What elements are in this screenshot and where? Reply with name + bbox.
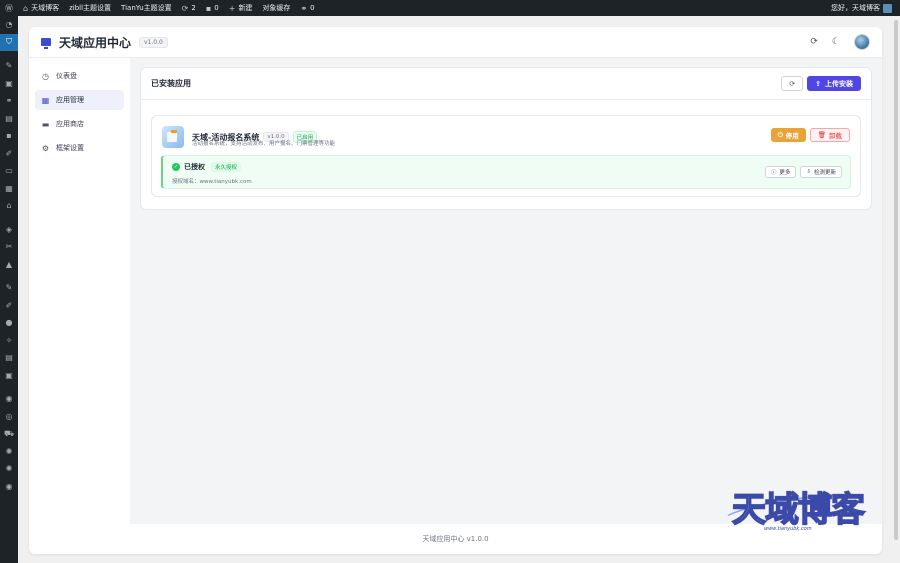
nav-item-app-store[interactable]: ▬ 应用商店: [35, 114, 124, 134]
wp-admin-menu: ◔ ⛉ ✎ ▣ ⚭ ▤ ▪ ✐ ▭ ▦ ⌂ ◈ ✂ ▲ ✎ ✐ ● ✧ ▤ ▣ …: [0, 16, 18, 563]
license-domain: 授权域名：www.tianyubk.com: [172, 179, 252, 185]
refresh-list-button[interactable]: ⟳: [781, 76, 804, 91]
check-circle-icon: ✓: [172, 163, 180, 171]
trash-icon: 🗑: [817, 131, 826, 139]
user-avatar: [883, 3, 892, 13]
upload-icon: ⇪: [815, 79, 821, 88]
watermark-text: 天域博客: [731, 489, 866, 531]
license-type-badge: 永久授权: [211, 162, 242, 172]
license-box: ✓ 已授权 永久授权 授权域名：www.tianyubk.com ⓘ 更多 ⇩ …: [161, 155, 851, 189]
main-content: 已安装应用 ⟳ ⇪ 上传安装 天域-活动报名系统 v1.0.0 已启用 活动报名…: [130, 58, 882, 524]
watermark-url: www.tianyubk.com: [764, 526, 812, 532]
comment-icon: ▪: [205, 3, 212, 13]
nav-item-app-management[interactable]: ▦ 应用管理: [35, 90, 124, 110]
scrollbar-thumb[interactable]: [894, 20, 898, 540]
menu-dashboard-icon[interactable]: ◔: [0, 16, 18, 34]
comments-link[interactable]: ▪ 0: [201, 0, 224, 16]
panel-header: 已安装应用 ⟳ ⇪ 上传安装: [141, 68, 871, 100]
refresh-icon: ⟳: [181, 3, 189, 13]
home-icon: ⌂: [23, 3, 29, 13]
info-icon: ⓘ: [770, 170, 777, 176]
app-center-window: 天域应用中心 v1.0.0 ⟳ ☾ ◷ 仪表盘 ▦ 应用管理 ▬ 应用商店 ⚙ …: [29, 27, 882, 554]
new-content-link[interactable]: + 新建: [224, 0, 258, 16]
refresh-icon: ⟳: [789, 79, 796, 88]
tianyu-settings-link[interactable]: TianYu主题设置: [116, 0, 177, 16]
disable-button[interactable]: ⏻ 停用: [770, 128, 806, 142]
menu-seo-icon[interactable]: ◉: [0, 390, 18, 408]
menu-media-icon[interactable]: ▣: [0, 75, 18, 93]
menu-settings-icon[interactable]: ▤: [0, 349, 18, 367]
updates-link[interactable]: ⟳ 2: [177, 0, 201, 16]
license-title: 已授权: [184, 163, 205, 171]
menu-app-center-icon[interactable]: ⛉: [0, 33, 18, 51]
menu-calendar-icon[interactable]: ▦: [0, 180, 18, 198]
app-description: 活动报名系统，支持活动发布、用户报名、门票管理等功能: [192, 141, 336, 147]
site-name-link[interactable]: ⌂ 天域博客: [18, 0, 64, 16]
object-cache-link[interactable]: 对象缓存: [257, 0, 295, 16]
menu-collapse-icon[interactable]: ◉: [0, 478, 18, 496]
upload-install-button[interactable]: ⇪ 上传安装: [807, 76, 861, 91]
nav-item-framework-settings[interactable]: ⚙ 框架设置: [35, 138, 124, 158]
version-badge: v1.0.0: [139, 36, 168, 48]
dashboard-icon: ◷: [42, 71, 49, 81]
installed-apps-panel: 已安装应用 ⟳ ⇪ 上传安装 天域-活动报名系统 v1.0.0 已启用 活动报名…: [140, 67, 872, 210]
menu-lock-icon[interactable]: ▲: [0, 256, 18, 274]
menu-card-icon[interactable]: ▭: [0, 162, 18, 180]
link-icon: ⚭: [300, 3, 308, 13]
menu-store-icon[interactable]: ⌂: [0, 197, 18, 215]
grid-icon: ▦: [41, 95, 50, 105]
nav-item-dashboard[interactable]: ◷ 仪表盘: [35, 66, 124, 86]
panel-title: 已安装应用: [151, 79, 191, 88]
more-button[interactable]: ⓘ 更多: [764, 166, 797, 178]
installed-app-card: 天域-活动报名系统 v1.0.0 已启用 活动报名系统，支持活动发布、用户报名、…: [151, 115, 861, 197]
menu-appearance-icon[interactable]: ✎: [0, 279, 18, 297]
menu-feedback-icon[interactable]: ✐: [0, 145, 18, 163]
store-icon: ▬: [41, 119, 50, 129]
links-link[interactable]: ⚭ 0: [295, 0, 319, 16]
menu-gear2-icon[interactable]: ✺: [0, 460, 18, 478]
account-menu[interactable]: 您好，天域博客: [826, 0, 900, 16]
menu-plugins-icon[interactable]: ✐: [0, 297, 18, 315]
check-update-button[interactable]: ⇩ 检测更新: [800, 166, 842, 178]
menu-tools-icon[interactable]: ✂: [0, 238, 18, 256]
download-icon: ⇩: [806, 169, 811, 175]
zibll-settings-link[interactable]: zibll主题设置: [64, 0, 116, 16]
wp-logo-button[interactable]: Ⓦ: [0, 0, 18, 16]
app-header: 天域应用中心 v1.0.0 ⟳ ☾: [29, 27, 882, 58]
menu-users-icon[interactable]: ●: [0, 314, 18, 332]
menu-links-icon[interactable]: ⚭: [0, 92, 18, 110]
menu-sync-icon[interactable]: ◎: [0, 408, 18, 426]
app-nav: ◷ 仪表盘 ▦ 应用管理 ▬ 应用商店 ⚙ 框架设置: [29, 58, 130, 524]
user-avatar[interactable]: [854, 34, 870, 50]
monitor-icon: [41, 38, 51, 49]
app-title: 天域应用中心: [59, 35, 132, 50]
menu-file-icon[interactable]: ▣: [0, 367, 18, 385]
menu-gear-icon[interactable]: ✺: [0, 443, 18, 461]
menu-wrench-icon[interactable]: ✧: [0, 332, 18, 350]
menu-pages-icon[interactable]: ▤: [0, 110, 18, 128]
menu-cart-icon[interactable]: ⛟: [0, 425, 18, 443]
moon-icon[interactable]: ☾: [832, 37, 840, 47]
plus-icon: +: [228, 3, 236, 13]
menu-comments-icon[interactable]: ▪: [0, 127, 18, 145]
menu-posts-icon[interactable]: ✎: [0, 57, 18, 75]
watermark-logo: 天域博客 www.tianyubk.com: [718, 478, 874, 538]
menu-layers-icon[interactable]: ◈: [0, 221, 18, 239]
uninstall-button[interactable]: 🗑 卸载: [809, 128, 850, 142]
admin-bar: Ⓦ ⌂ 天域博客 zibll主题设置 TianYu主题设置 ⟳ 2 ▪ 0 + 新建 对…: [0, 0, 900, 16]
gear-icon: ⚙: [41, 143, 50, 153]
power-icon: ⏻: [777, 130, 783, 139]
refresh-icon[interactable]: ⟳: [810, 37, 818, 47]
wordpress-icon: Ⓦ: [5, 3, 13, 13]
app-thumbnail: [162, 126, 184, 148]
